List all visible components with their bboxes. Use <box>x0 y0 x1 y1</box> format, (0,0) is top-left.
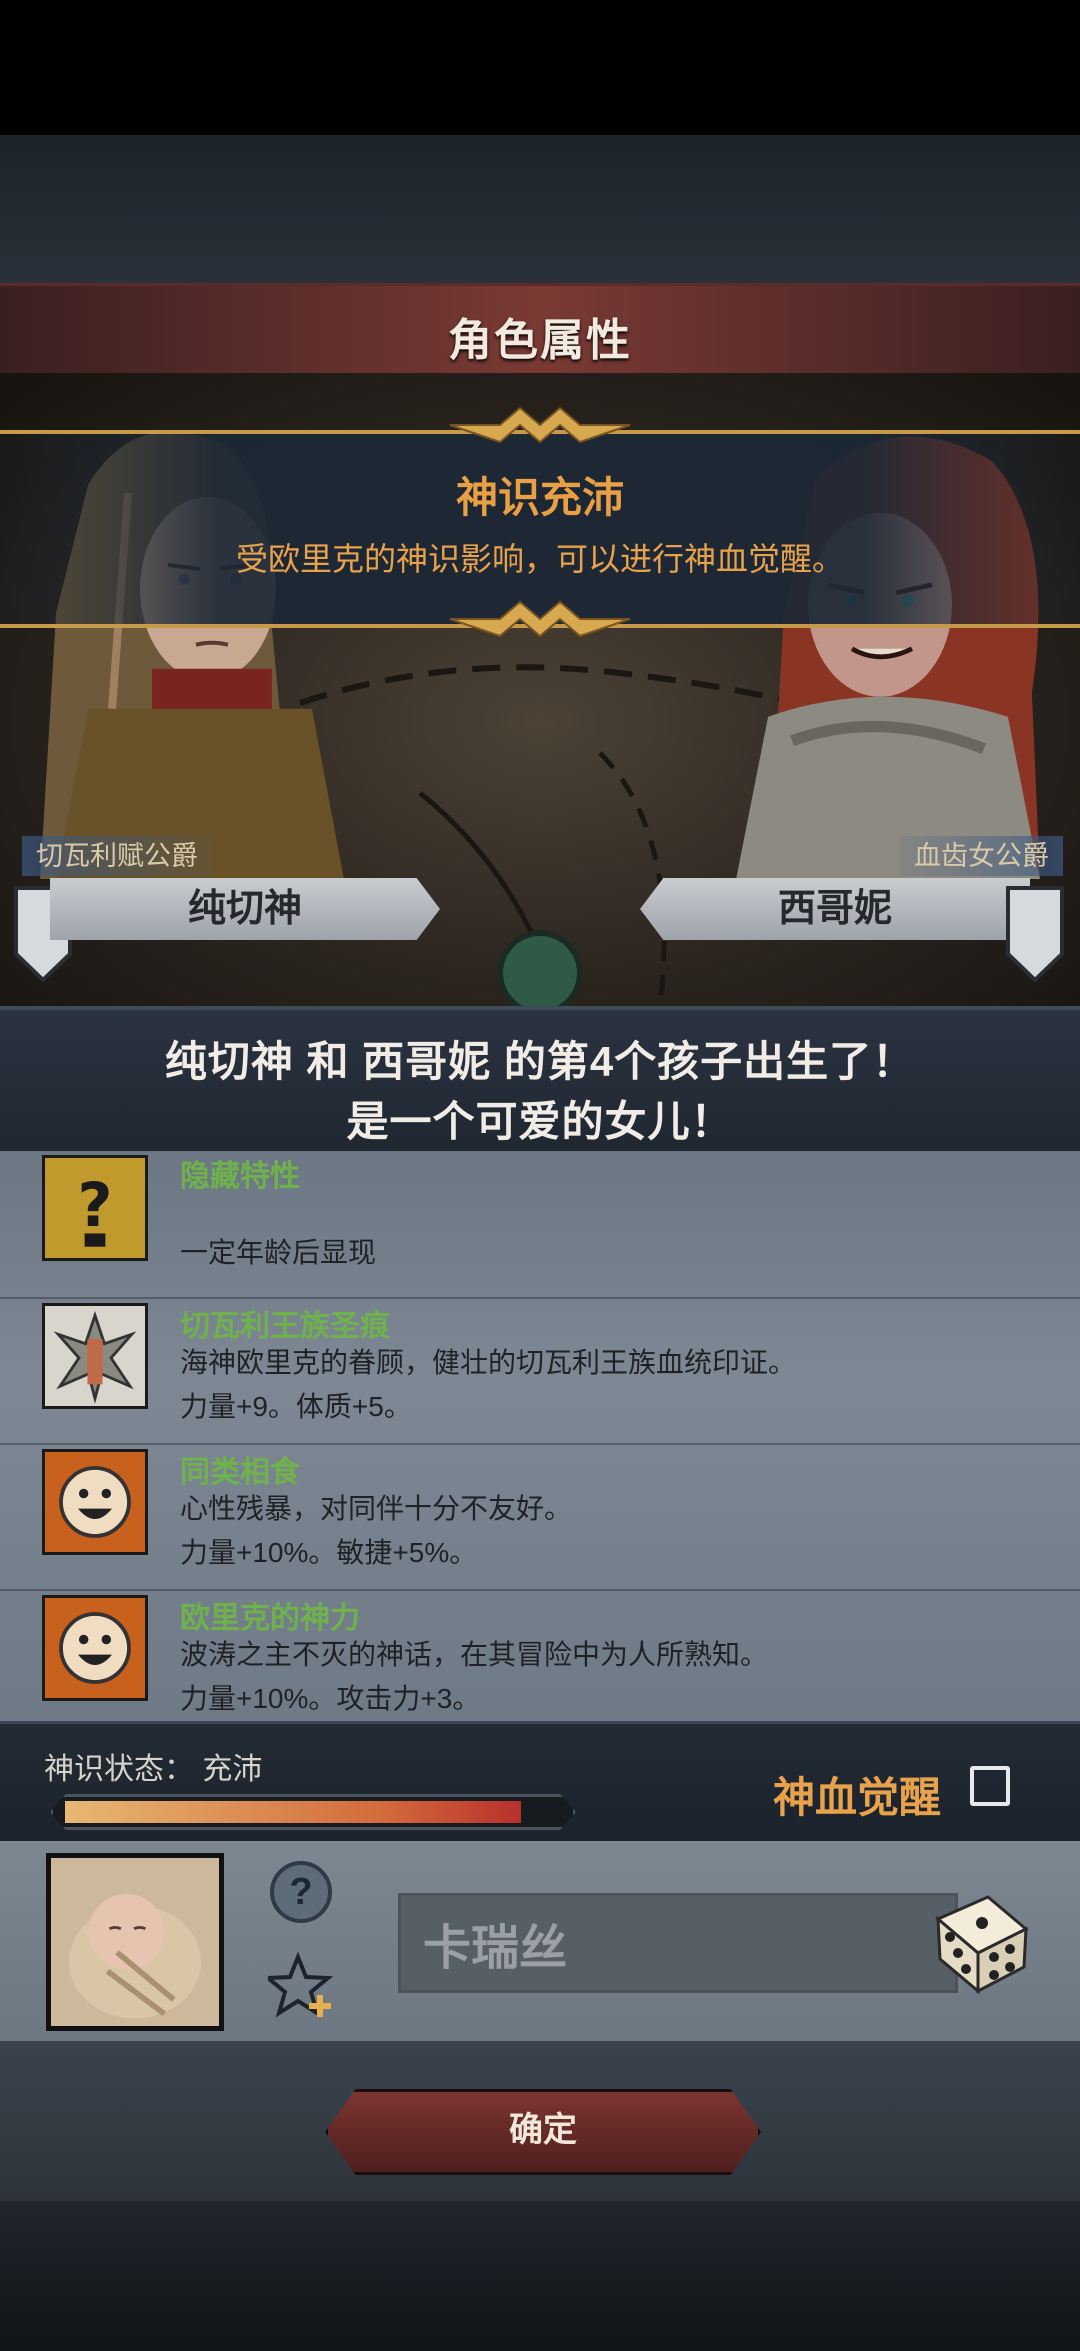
child-name-input[interactable] <box>398 1893 958 1993</box>
mother-shield-icon <box>1006 886 1064 983</box>
top-black-bar <box>0 0 1080 135</box>
birth-line-2: 是一个可爱的女儿！ <box>346 1098 734 1145</box>
father-title: 切瓦利赋公爵 <box>22 836 212 876</box>
question-mark-icon: ? <box>42 1155 148 1261</box>
awaken-checkbox[interactable] <box>970 1766 1010 1806</box>
smiley-face-icon <box>42 1449 148 1555</box>
bottom-background <box>0 2201 1080 2351</box>
royal-stigma-icon <box>42 1303 148 1409</box>
confirm-button[interactable]: 确定 <box>325 2089 761 2175</box>
title-bar: 角色属性 <box>0 283 1080 379</box>
trait-name: 隐藏特性 <box>180 1160 300 1193</box>
smiley-face-icon <box>42 1595 148 1701</box>
header-background <box>0 135 1080 285</box>
trait-description: 心性残暴，对同伴十分不友好。 <box>180 1493 573 1524</box>
trait-item[interactable]: 切瓦利王族圣痕 海神欧里克的眷顾，健壮的切瓦利王族血统印证。 力量+9。体质+5… <box>0 1297 1080 1445</box>
divine-sense-status: 神识状态： 充沛 神血觉醒 <box>0 1721 1080 1847</box>
svg-text:?: ? <box>77 1171 112 1241</box>
child-panel: ? <box>0 1841 1080 2045</box>
trait-name: 切瓦利王族圣痕 <box>180 1310 390 1343</box>
trait-effect: 一定年龄后显现 <box>180 1237 377 1268</box>
child-avatar <box>46 1853 224 2031</box>
trait-description: 海神欧里克的眷顾，健壮的切瓦利王族血统印证。 <box>180 1347 797 1378</box>
trait-effect: 力量+10%。敏捷+5%。 <box>180 1537 478 1568</box>
trait-item[interactable]: 同类相食 心性残暴，对同伴十分不友好。 力量+10%。敏捷+5%。 <box>0 1443 1080 1591</box>
trait-name: 欧里克的神力 <box>180 1602 360 1635</box>
footer: 确定 <box>0 2041 1080 2201</box>
father-name[interactable]: 纯切神 <box>50 878 440 940</box>
birth-announcement: 纯切神 和 西哥妮 的第4个孩子出生了！ 是一个可爱的女儿！ <box>0 1006 1080 1159</box>
event-description: 受欧里克的神识影响，可以进行神血觉醒。 <box>235 541 844 577</box>
event-title: 神识充沛 <box>455 474 624 521</box>
divine-sense-progress <box>50 1794 576 1830</box>
page-title: 角色属性 <box>448 316 632 365</box>
ornament-top-icon <box>449 406 631 444</box>
birth-line-1: 纯切神 和 西哥妮 的第4个孩子出生了！ <box>164 1038 916 1085</box>
progress-fill <box>65 1801 521 1823</box>
awaken-label: 神血觉醒 <box>773 1774 942 1821</box>
trait-effect: 力量+10%。攻击力+3。 <box>180 1683 481 1714</box>
trait-item[interactable]: 欧里克的神力 波涛之主不灭的神话，在其冒险中为人所熟知。 力量+10%。攻击力+… <box>0 1589 1080 1721</box>
trait-description: 波涛之主不灭的神话，在其冒险中为人所熟知。 <box>180 1639 769 1670</box>
favorite-star-icon[interactable] <box>268 1951 338 2021</box>
trait-name: 同类相食 <box>180 1456 300 1489</box>
trait-list[interactable]: ? 隐藏特性 一定年龄后显现 切瓦利王族圣痕 海神欧里克的眷顾，健壮的切瓦利王族… <box>0 1151 1080 1721</box>
trait-effect: 力量+9。体质+5。 <box>180 1391 412 1422</box>
help-button[interactable]: ? <box>270 1861 332 1923</box>
random-dice-icon[interactable] <box>918 1879 1038 1999</box>
mother-title: 血齿女公爵 <box>900 836 1063 876</box>
ornament-bottom-icon <box>449 600 631 638</box>
trait-item[interactable]: ? 隐藏特性 一定年龄后显现 <box>0 1151 1080 1299</box>
status-label: 神识状态： 充沛 <box>44 1753 263 1786</box>
mother-name[interactable]: 西哥妮 <box>640 878 1030 940</box>
event-banner: 神识充沛 受欧里克的神识影响，可以进行神血觉醒。 <box>0 406 1080 638</box>
